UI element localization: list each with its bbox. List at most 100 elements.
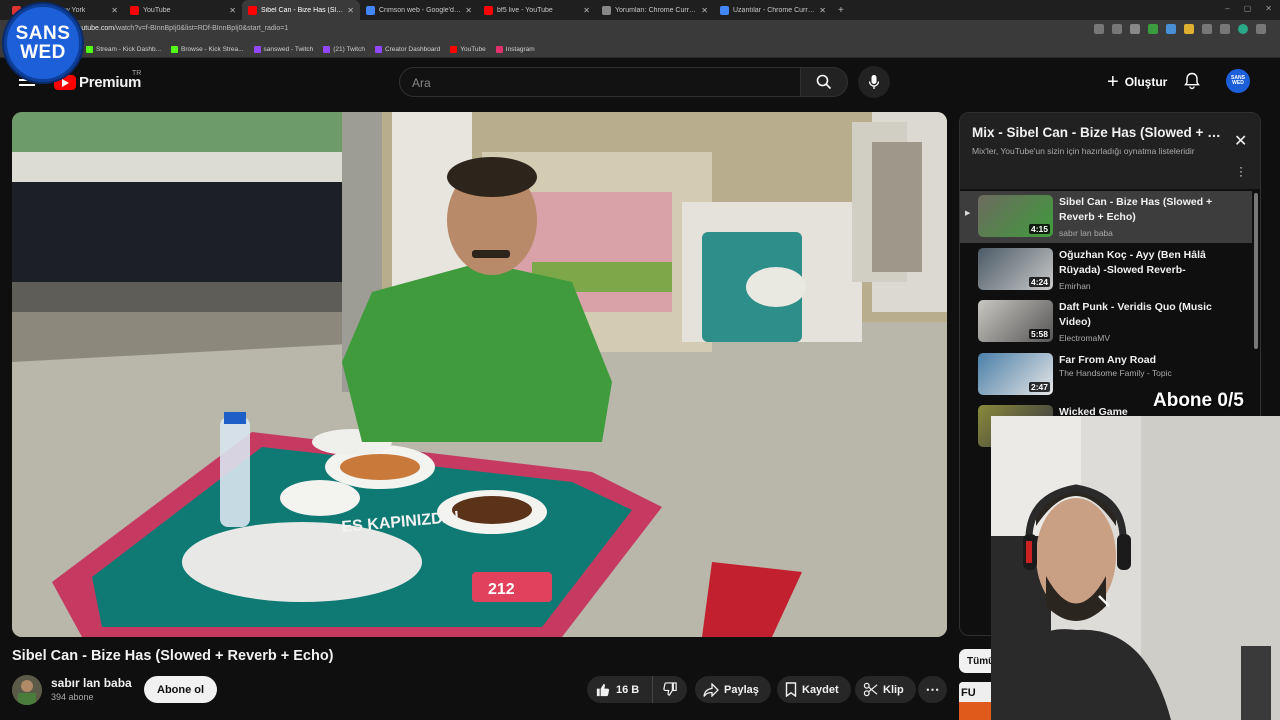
bookmark-icon — [785, 682, 797, 697]
search-input[interactable] — [400, 68, 800, 98]
close-icon[interactable]: ✕ — [1234, 131, 1247, 151]
bookmark-item[interactable]: sanswed - Twitch — [253, 46, 314, 53]
youtube-header: Premium TR + Oluştur SANS WED — [0, 58, 1280, 104]
browser-tab[interactable]: Sibel Can - Bize Has (Slowed ✕ — [242, 0, 360, 20]
playlist-scrollbar[interactable] — [1254, 193, 1258, 349]
video-title: Sibel Can - Bize Has (Slowed + Reverb + … — [12, 648, 334, 664]
channel-name[interactable]: sabır lan baba — [51, 676, 132, 690]
share-button[interactable]: Paylaş — [695, 676, 771, 703]
save-button[interactable]: Kaydet — [777, 676, 851, 703]
svg-text:FU: FU — [961, 687, 976, 699]
playlist-thumbnail: 4:15 — [978, 195, 1053, 237]
bookmark-favicon-icon — [374, 46, 382, 53]
share-label: Paylaş — [724, 683, 759, 696]
browser-tab-bar: chman In New York✕YouTube✕Sibel Can - Bi… — [0, 0, 1280, 20]
like-button[interactable]: 16 B — [587, 676, 653, 703]
bookmark-label: Creator Dashboard — [384, 46, 441, 53]
url-field[interactable]: youtube.com/watch?v=f-BInnBpIj0&list=RDf… — [74, 25, 288, 32]
bookmark-item[interactable]: YouTube — [450, 46, 486, 53]
bookmark-item[interactable]: (21) Twitch — [323, 46, 365, 53]
bookmark-item[interactable]: Stream - Kick Dashb... — [86, 46, 161, 53]
create-button[interactable]: + Oluştur — [1097, 68, 1177, 96]
tab-favicon-icon — [366, 5, 375, 15]
scissors-icon — [863, 682, 878, 697]
duration-badge: 4:15 — [1028, 224, 1050, 234]
logo-line-2: WED — [20, 42, 66, 63]
browser-tab[interactable]: bf5 live - YouTube ✕ — [478, 0, 596, 20]
extension-green-icon[interactable] — [1148, 24, 1158, 34]
thumbs-down-icon — [662, 682, 677, 696]
notifications-bell-icon[interactable] — [1184, 72, 1200, 95]
more-actions-button[interactable]: ⋯ — [918, 676, 947, 703]
more-vert-icon[interactable]: · · · — [1239, 161, 1243, 181]
tab-favicon-icon — [720, 5, 729, 15]
tab-strip: chman In New York✕YouTube✕Sibel Can - Bi… — [0, 0, 832, 20]
menu-icon[interactable] — [1256, 24, 1266, 34]
voice-search-button[interactable] — [858, 66, 890, 98]
clip-button[interactable]: Klip — [855, 676, 916, 703]
profile-icon[interactable] — [1238, 24, 1248, 34]
channel-avatar[interactable] — [12, 675, 42, 705]
bookmark-label: YouTube — [460, 46, 486, 53]
youtube-logo[interactable]: Premium — [54, 74, 141, 91]
tab-title: Sibel Can - Bize Has (Slowed — [261, 6, 343, 14]
tab-favicon-icon — [130, 5, 139, 15]
minimize-icon[interactable]: – — [1225, 4, 1229, 13]
logo-line-1: SANS — [15, 23, 71, 44]
video-player[interactable]: ES KAPINIZDA! 212 — [12, 112, 947, 637]
new-tab-button[interactable]: + — [838, 5, 844, 16]
save-label: Kaydet — [802, 683, 839, 696]
channel-logo-badge: SANS WED — [4, 4, 82, 82]
tab-close-icon[interactable]: ✕ — [465, 6, 472, 15]
playlist-item-channel: Emirhan — [1059, 280, 1091, 291]
tab-close-icon[interactable]: ✕ — [347, 6, 354, 15]
extension-icons — [1094, 24, 1266, 34]
recommended-thumbnail[interactable]: FU — [959, 682, 991, 720]
browser-tab[interactable]: Crimson web - Google'da Ara ✕ — [360, 0, 478, 20]
playlist-item[interactable]: ▶ 4:15 Sibel Can - Bize Has (Slowed + Reve… — [960, 191, 1252, 243]
bookmark-label: Stream - Kick Dashb... — [96, 46, 162, 53]
url-path: /watch?v=f-BInnBpIj0&list=RDf-BInnBpIj0&… — [114, 25, 289, 32]
subscribe-button[interactable]: Abone ol — [144, 676, 218, 703]
bookmark-favicon-icon — [495, 46, 503, 53]
bookmark-item[interactable]: Instagram — [495, 46, 535, 53]
extension-yellow-icon[interactable] — [1184, 24, 1194, 34]
tab-close-icon[interactable]: ✕ — [111, 6, 118, 15]
search-button[interactable] — [800, 67, 848, 97]
close-window-icon[interactable]: ✕ — [1265, 4, 1272, 13]
scene-number: 212 — [488, 581, 515, 598]
browser-tab[interactable]: Yorumları: Chrome Currency Co ✕ — [596, 0, 714, 20]
cast-icon[interactable] — [1112, 24, 1122, 34]
tab-close-icon[interactable]: ✕ — [701, 6, 708, 15]
playlist-item-channel: sabır lan baba — [1059, 228, 1113, 238]
zoom-icon[interactable] — [1094, 24, 1104, 34]
bookmark-favicon-icon — [253, 46, 261, 53]
playlist-title[interactable]: Mix - Sibel Can - Bize Has (Slowed + Rev… — [972, 125, 1222, 140]
search-box — [399, 67, 801, 98]
account-avatar[interactable]: SANS WED — [1226, 69, 1250, 93]
extension-puzzle-icon[interactable] — [1202, 24, 1212, 34]
tab-close-icon[interactable]: ✕ — [229, 6, 236, 15]
bookmark-label: sanswed - Twitch — [263, 46, 314, 53]
bookmark-item[interactable]: Creator Dashboard — [374, 46, 441, 53]
star-icon[interactable] — [1130, 24, 1140, 34]
maximize-icon[interactable]: ▢ — [1244, 4, 1252, 13]
playlist-thumbnail: 5:58 — [978, 300, 1053, 342]
playlist-item[interactable]: 5:58 Daft Punk - Veridis Quo (Music Video… — [960, 296, 1252, 348]
avatar-line-2: WED — [1232, 80, 1244, 86]
tab-close-icon[interactable]: ✕ — [819, 6, 826, 15]
download-icon[interactable] — [1220, 24, 1230, 34]
bookmark-item[interactable]: Browse - Kick Strea... — [171, 46, 244, 53]
address-bar: youtube.com/watch?v=f-BInnBpIj0&list=RDf… — [0, 20, 1280, 42]
bookmark-favicon-icon — [86, 46, 93, 53]
bookmark-favicon-icon — [171, 46, 179, 53]
video-frame: ES KAPINIZDA! 212 — [12, 112, 947, 637]
playlist-item[interactable]: 4:24 Oğuzhan Koç - Ayy (Ben Hâlâ Rüyada) … — [960, 244, 1252, 296]
browser-tab[interactable]: Uzantılar - Chrome Currency Co✕ — [714, 0, 832, 20]
thumbs-up-icon — [596, 683, 610, 697]
tab-close-icon[interactable]: ✕ — [583, 6, 590, 15]
dislike-button[interactable] — [653, 682, 687, 697]
tab-title: Uzantılar - Chrome Currency Co — [733, 6, 816, 14]
browser-tab[interactable]: YouTube ✕ — [124, 0, 242, 20]
extension-blue-icon[interactable] — [1166, 24, 1176, 34]
